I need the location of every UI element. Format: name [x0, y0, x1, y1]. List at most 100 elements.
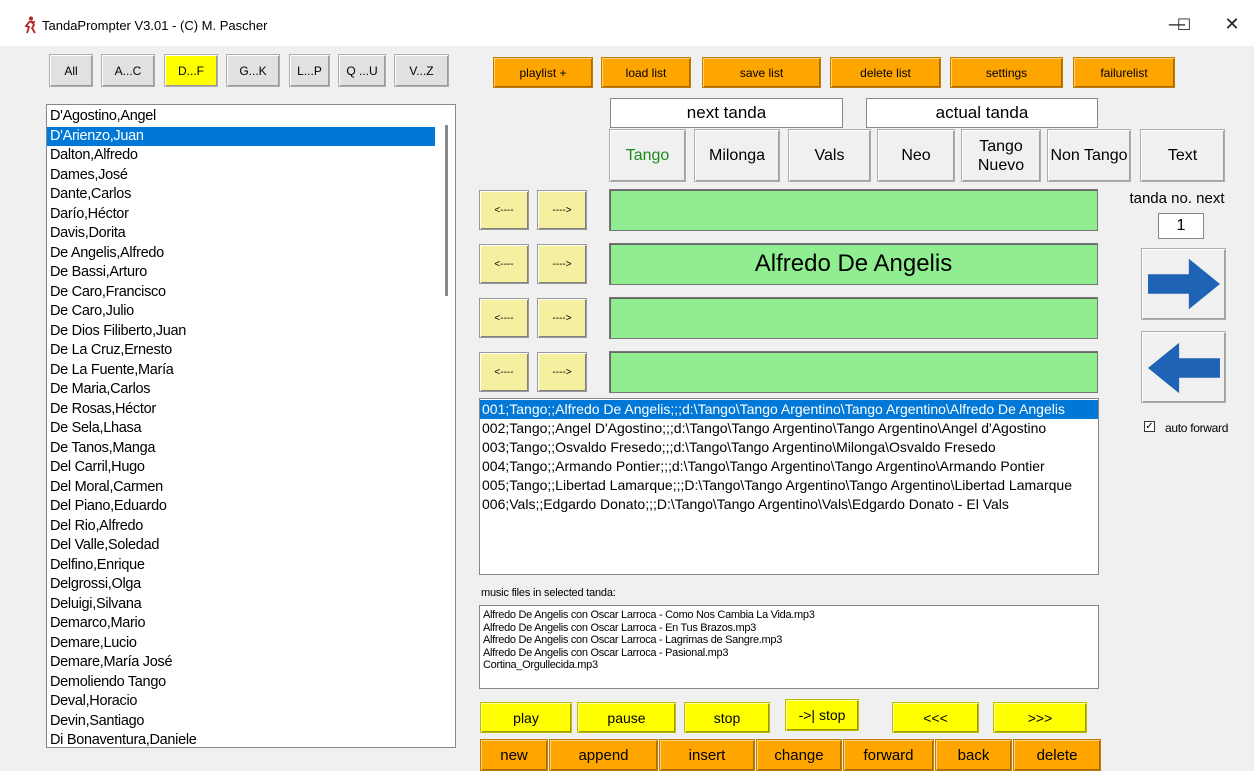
append-button[interactable]: append: [549, 739, 658, 771]
artist-list[interactable]: D'Agostino,Angel D'Arienzo,Juan Dalton,Alf…: [46, 104, 456, 748]
artist-list-item[interactable]: De La Fuente,María: [47, 361, 435, 381]
artist-list-item[interactable]: Demare,María José: [47, 653, 435, 673]
delete-list-button[interactable]: delete list: [830, 57, 941, 88]
artist-list-item[interactable]: D'Arienzo,Juan: [47, 126, 435, 146]
auto-forward-checkbox[interactable]: ✓: [1144, 421, 1155, 432]
artist-list-item[interactable]: De Tanos,Manga: [47, 439, 435, 459]
category-milonga-button[interactable]: Milonga: [694, 129, 780, 182]
artist-list-item[interactable]: Del Rio,Alfredo: [47, 517, 435, 537]
artist-list-item[interactable]: Del Carril,Hugo: [47, 458, 435, 478]
new-button[interactable]: new: [480, 739, 548, 771]
tanda-slot-4[interactable]: [609, 351, 1098, 393]
artist-list-item[interactable]: Dante,Carlos: [47, 185, 435, 205]
save-list-button[interactable]: save list: [702, 57, 821, 88]
music-file-item[interactable]: Alfredo De Angelis con Oscar Larroca - E…: [480, 622, 1098, 635]
artist-list-item[interactable]: Demarco,Mario: [47, 614, 435, 634]
artist-list-item[interactable]: Dalton,Alfredo: [47, 146, 435, 166]
artist-list-item[interactable]: Del Valle,Soledad: [47, 536, 435, 556]
slot-move-left-button[interactable]: <----: [479, 244, 529, 284]
tanda-slot-1[interactable]: [609, 189, 1098, 231]
category-tango-button[interactable]: Tango: [609, 129, 686, 182]
slot-move-left-button[interactable]: <----: [479, 190, 529, 230]
artist-list-item[interactable]: De Maria,Carlos: [47, 380, 435, 400]
artist-list-item[interactable]: Demare,Lucio: [47, 634, 435, 654]
load-list-button[interactable]: load list: [601, 57, 691, 88]
artist-list-item[interactable]: Dames,José: [47, 166, 435, 186]
artist-list-item[interactable]: De Sela,Lhasa: [47, 419, 435, 439]
music-file-item[interactable]: Cortina_Orgullecida.mp3: [480, 659, 1098, 672]
artist-list-item[interactable]: Devin,Santiago: [47, 712, 435, 732]
tanda-list-item[interactable]: 005;Tango;;Libertad Lamarque;;;D:\Tango\…: [480, 476, 1098, 495]
maximize-button[interactable]: ☐: [1164, 10, 1204, 40]
rewind-button[interactable]: <<<: [892, 702, 979, 733]
artist-list-item[interactable]: Deval,Horacio: [47, 692, 435, 712]
tanda-list-item[interactable]: 006;Vals;;Edgardo Donato;;;D:\Tango\Tang…: [480, 495, 1098, 514]
artist-list-item[interactable]: Demoliendo Tango: [47, 673, 435, 693]
tanda-slot-3[interactable]: [609, 297, 1098, 339]
failurelist-button[interactable]: failurelist: [1073, 57, 1175, 88]
slot-move-left-button[interactable]: <----: [479, 298, 529, 338]
artist-list-item[interactable]: Del Moral,Carmen: [47, 478, 435, 498]
tanda-no-input[interactable]: 1: [1158, 213, 1204, 239]
artist-list-item[interactable]: Davis,Dorita: [47, 224, 435, 244]
tanda-list-item[interactable]: 004;Tango;;Armando Pontier;;;d:\Tango\Ta…: [480, 457, 1098, 476]
artist-list-item[interactable]: De Caro,Julio: [47, 302, 435, 322]
close-button[interactable]: ✕: [1212, 10, 1252, 40]
music-files-list[interactable]: Alfredo De Angelis con Oscar Larroca - C…: [479, 605, 1099, 689]
arrow-left-icon: [1148, 342, 1220, 394]
tanda-list-item[interactable]: 001;Tango;;Alfredo De Angelis;;;d:\Tango…: [480, 400, 1098, 419]
category-neo-button[interactable]: Neo: [877, 129, 955, 182]
slot-move-right-button[interactable]: ---->: [537, 298, 587, 338]
insert-button[interactable]: insert: [659, 739, 755, 771]
pause-button[interactable]: pause: [577, 702, 676, 733]
slot-move-right-button[interactable]: ---->: [537, 244, 587, 284]
back-button[interactable]: back: [935, 739, 1012, 771]
artist-list-item[interactable]: De Caro,Francisco: [47, 283, 435, 303]
artist-list-item[interactable]: De La Cruz,Ernesto: [47, 341, 435, 361]
tanda-list-item[interactable]: 002;Tango;;Angel D'Agostino;;;d:\Tango\T…: [480, 419, 1098, 438]
artist-list-item[interactable]: Darío,Héctor: [47, 205, 435, 225]
delete-button[interactable]: delete: [1013, 739, 1101, 771]
artist-list-item[interactable]: Deluigi,Silvana: [47, 595, 435, 615]
forward-button[interactable]: forward: [843, 739, 934, 771]
tanda-slot-2[interactable]: Alfredo De Angelis: [609, 243, 1098, 285]
music-file-item[interactable]: Alfredo De Angelis con Oscar Larroca - C…: [480, 609, 1098, 622]
alpha-filter-d-f[interactable]: D...F: [164, 54, 218, 87]
artist-list-item[interactable]: De Rosas,Héctor: [47, 400, 435, 420]
alpha-filter-v-z[interactable]: V...Z: [394, 54, 449, 87]
tanda-list[interactable]: 001;Tango;;Alfredo De Angelis;;;d:\Tango…: [479, 398, 1099, 575]
artist-list-scrollbar-thumb[interactable]: [445, 125, 448, 296]
settings-button[interactable]: settings: [950, 57, 1063, 88]
alpha-filter-l-p[interactable]: L...P: [289, 54, 330, 87]
category-tango-nuevo-button[interactable]: Tango Nuevo: [961, 129, 1041, 182]
next-tanda-button[interactable]: [1141, 248, 1226, 320]
change-button[interactable]: change: [756, 739, 842, 771]
artist-list-item[interactable]: D'Agostino,Angel: [47, 107, 435, 127]
artist-list-item[interactable]: De Angelis,Alfredo: [47, 244, 435, 264]
stop-button[interactable]: stop: [684, 702, 770, 733]
music-file-item[interactable]: Alfredo De Angelis con Oscar Larroca - P…: [480, 647, 1098, 660]
alpha-filter-g-k[interactable]: G...K: [226, 54, 280, 87]
music-file-item[interactable]: Alfredo De Angelis con Oscar Larroca - L…: [480, 634, 1098, 647]
artist-list-item[interactable]: De Dios Filiberto,Juan: [47, 322, 435, 342]
slot-move-left-button[interactable]: <----: [479, 352, 529, 392]
category-text-button[interactable]: Text: [1140, 129, 1225, 182]
slot-move-right-button[interactable]: ---->: [537, 352, 587, 392]
artist-list-item[interactable]: De Bassi,Arturo: [47, 263, 435, 283]
category-non-tango-button[interactable]: Non Tango: [1047, 129, 1131, 182]
artist-list-item[interactable]: Di Bonaventura,Daniele: [47, 731, 435, 747]
artist-list-item[interactable]: Delfino,Enrique: [47, 556, 435, 576]
previous-tanda-button[interactable]: [1141, 331, 1226, 403]
stop-after-button[interactable]: ->| stop: [785, 699, 859, 731]
slot-move-right-button[interactable]: ---->: [537, 190, 587, 230]
tanda-list-item[interactable]: 003;Tango;;Osvaldo Fresedo;;;d:\Tango\Ta…: [480, 438, 1098, 457]
alpha-filter-a-c[interactable]: A...C: [101, 54, 155, 87]
playlist-button[interactable]: playlist +: [493, 57, 593, 88]
category-vals-button[interactable]: Vals: [788, 129, 871, 182]
alpha-filter-all[interactable]: All: [49, 54, 93, 87]
play-button[interactable]: play: [480, 702, 572, 733]
fast-forward-button[interactable]: >>>: [993, 702, 1087, 733]
artist-list-item[interactable]: Delgrossi,Olga: [47, 575, 435, 595]
artist-list-item[interactable]: Del Piano,Eduardo: [47, 497, 435, 517]
alpha-filter-q-u[interactable]: Q ...U: [338, 54, 386, 87]
